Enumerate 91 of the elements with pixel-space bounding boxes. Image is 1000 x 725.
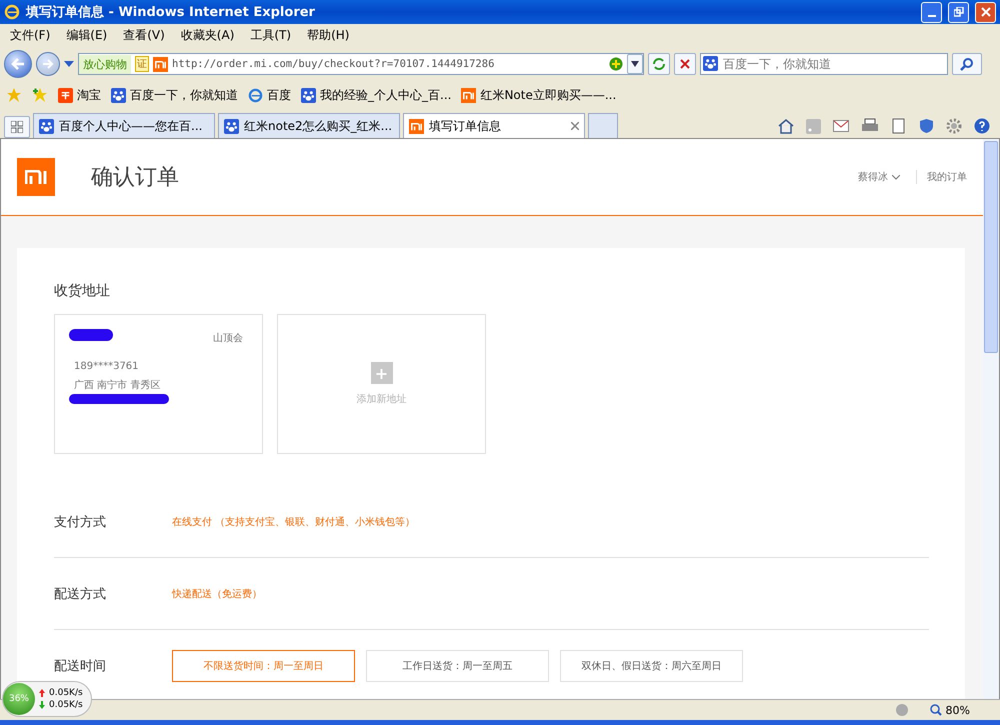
menu-item[interactable]: 帮助(H) — [301, 26, 356, 44]
caret-icon — [631, 61, 639, 67]
ie-icon — [4, 4, 20, 20]
menu-item[interactable]: 文件(F) — [4, 26, 56, 44]
search-icon — [960, 57, 974, 71]
search-field[interactable]: 百度一下，你就知道 — [700, 53, 948, 75]
address-card[interactable]: 山顶会 189****3761 广西 南宁市 青秀区 — [54, 314, 263, 454]
ie-icon — [248, 88, 263, 102]
search-button[interactable] — [952, 53, 982, 75]
quick-tabs-button[interactable] — [4, 116, 30, 138]
favorite-link[interactable]: 我的经验_个人中心_百... — [301, 86, 452, 104]
zoom-level[interactable]: 80% — [930, 704, 970, 716]
network-percent: 36% — [3, 683, 35, 715]
favorite-link[interactable]: 红米Note立即购买——... — [461, 86, 616, 104]
mi-logo-icon — [153, 56, 168, 72]
address-field[interactable]: 放心购物 证 http://order.mi.com/buy/checkout?r=70107.1444917286 — [78, 53, 644, 75]
forward-button[interactable] — [36, 52, 60, 76]
home-icon[interactable] — [778, 118, 794, 134]
paw-icon — [111, 88, 126, 102]
favorite-link[interactable]: 百度一下，你就知道 — [111, 86, 238, 104]
paw-icon — [301, 88, 316, 102]
browser-tab[interactable]: 百度个人中心——您在百... — [33, 113, 215, 138]
close-button[interactable] — [975, 2, 996, 22]
plus-icon: + — [370, 362, 392, 384]
option-value: 快递配送（免运费） — [172, 588, 262, 600]
refresh-icon — [652, 58, 666, 70]
add-favorite-icon[interactable] — [32, 87, 48, 103]
user-menu[interactable]: 蔡得冰 — [858, 170, 900, 184]
paw-icon — [703, 56, 718, 71]
menu-item[interactable]: 工具(T) — [244, 26, 298, 44]
delivery-option[interactable]: 工作日送货：周一至周五 — [366, 650, 549, 682]
phone-number: 189****3761 — [74, 361, 140, 372]
close-tab-icon[interactable] — [571, 122, 579, 130]
menu-item[interactable]: 编辑(E) — [60, 26, 114, 44]
dropdown-arrow-icon[interactable] — [64, 60, 74, 68]
upload-speed: 0.05K/s — [49, 688, 83, 698]
address-tag: 山顶会 — [213, 331, 243, 345]
page-title: 确认订单 — [91, 164, 180, 192]
menu-item[interactable]: 查看(V) — [117, 26, 171, 44]
page-icon[interactable] — [891, 118, 907, 134]
caret-icon — [892, 174, 900, 180]
forward-arrow-icon — [42, 59, 54, 69]
window-title: 填写订单信息 - Windows Internet Explorer — [26, 4, 316, 21]
down-arrow-icon — [39, 701, 45, 709]
paw-icon — [39, 118, 54, 134]
help-icon[interactable] — [974, 118, 990, 134]
certificate-badge: 证 — [135, 56, 149, 72]
download-speed: 0.05K/s — [49, 700, 83, 710]
close-icon — [980, 7, 990, 17]
dropdown-button[interactable] — [627, 54, 643, 74]
mi-logo[interactable] — [17, 158, 55, 196]
add-icon[interactable] — [609, 57, 623, 71]
delivery-option[interactable]: 双休日、假日送货：周六至周日 — [560, 650, 743, 682]
redaction-mark — [69, 329, 113, 341]
address-region: 广西 南宁市 青秀区 — [74, 378, 162, 392]
menu-item[interactable]: 收藏夹(A) — [174, 26, 240, 44]
star-icon[interactable] — [6, 87, 22, 103]
add-address-label: 添加新地址 — [356, 392, 406, 406]
favorite-link[interactable]: 百度 — [248, 86, 291, 104]
section-heading: 收货地址 — [54, 282, 111, 300]
mi-logo-icon — [461, 88, 476, 102]
option-value: 在线支付 （支持支付宝、银联、财付通、小米钱包等） — [172, 516, 416, 528]
url-text: http://order.mi.com/buy/checkout?r=70107.1444917286 — [172, 58, 496, 70]
printer-icon[interactable] — [861, 118, 879, 134]
minimize-icon — [928, 15, 936, 17]
section-label: 配送时间 — [54, 658, 107, 674]
settings-icon[interactable] — [946, 118, 962, 134]
zoom-icon — [930, 704, 942, 716]
shield-icon[interactable] — [919, 118, 934, 134]
favorite-link[interactable]: 淘宝 — [58, 86, 101, 104]
restore-button[interactable] — [948, 2, 969, 22]
section-label: 支付方式 — [54, 514, 107, 530]
restore-icon — [954, 7, 964, 17]
minimize-button[interactable] — [921, 2, 942, 22]
up-arrow-icon — [39, 689, 45, 697]
back-button[interactable] — [4, 50, 32, 78]
stop-icon — [680, 59, 690, 69]
refresh-button[interactable] — [648, 53, 670, 75]
browser-tab[interactable]: 填写订单信息 — [403, 113, 585, 138]
paw-icon — [224, 118, 239, 134]
taobao-icon — [58, 88, 73, 102]
mi-logo-icon — [409, 118, 424, 134]
back-arrow-icon — [11, 58, 25, 70]
trust-badge: 放心购物 — [79, 54, 131, 74]
browser-tab[interactable]: 红米note2怎么购买_红米... — [218, 113, 400, 138]
scrollbar[interactable] — [983, 139, 999, 699]
mail-icon[interactable] — [833, 120, 849, 132]
section-label: 配送方式 — [54, 586, 107, 602]
stop-button[interactable] — [674, 53, 696, 75]
orders-link[interactable]: 我的订单 — [916, 170, 967, 184]
grid-icon — [11, 121, 23, 133]
